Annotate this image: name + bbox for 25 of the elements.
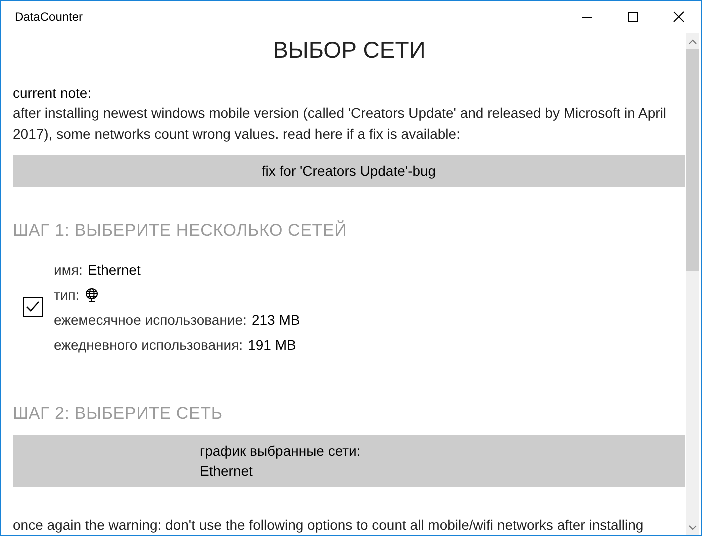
- fix-button[interactable]: fix for 'Creators Update'-bug: [13, 155, 685, 187]
- note-text: after installing newest windows mobile version (called 'Creators Update' and released by Microsoft in April 2017), some networks count wrong values. read here if a fix is available:: [13, 104, 668, 144]
- chart-button[interactable]: график выбранные сети: Ethernet: [13, 435, 685, 487]
- close-icon[interactable]: [673, 11, 685, 23]
- monthly-label: ежемесячное использование:: [54, 312, 247, 328]
- maximize-icon[interactable]: [627, 11, 639, 23]
- monthly-usage: 213 MB: [252, 312, 300, 328]
- globe-icon: [84, 288, 99, 302]
- type-label: тип:: [54, 286, 80, 302]
- note-title: current note:: [13, 84, 93, 103]
- checkmark-icon: [26, 301, 40, 313]
- scroll-down-icon[interactable]: [688, 525, 696, 531]
- page-heading: ВЫБОР СЕТИ: [272, 36, 427, 65]
- step-title: ШАГ 2: ВЫБЕРИТЕ СЕТЬ: [13, 404, 224, 424]
- scroll-up-icon[interactable]: [688, 39, 696, 45]
- daily-usage: 191 MB: [248, 336, 296, 352]
- network-name: Ethernet: [88, 262, 141, 278]
- warning-text: once again the warning: don't use the following options to count all mobile/wifi networks after installing: [13, 517, 645, 533]
- daily-label: ежедневного использования:: [54, 336, 244, 352]
- window-title: DataCounter: [14, 10, 84, 24]
- scrollbar[interactable]: [686, 33, 699, 535]
- scroll-thumb[interactable]: [686, 49, 699, 271]
- step-title: ШАГ 1: ВЫБЕРИТЕ НЕСКОЛЬКО СЕТЕЙ: [13, 221, 348, 241]
- name-label: имя:: [54, 262, 83, 278]
- network-checkbox[interactable]: [23, 297, 43, 317]
